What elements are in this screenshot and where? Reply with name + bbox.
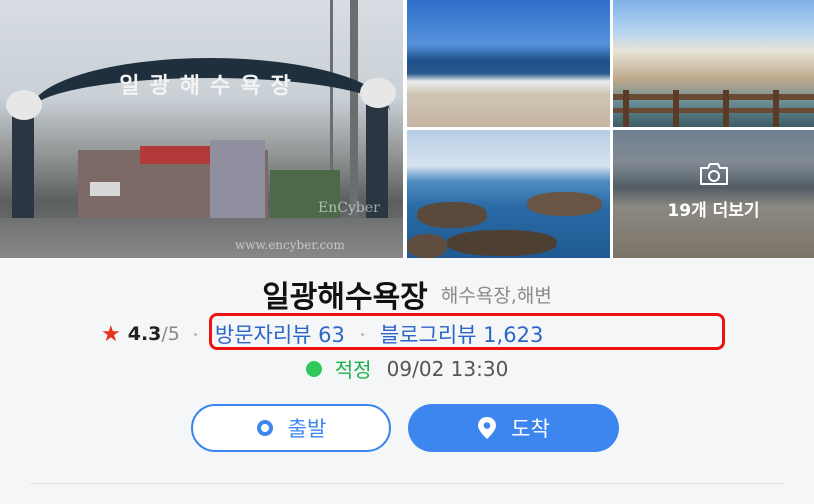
rating-max: /5 — [161, 323, 180, 345]
place-name: 일광해수욕장 — [262, 280, 428, 315]
more-photos-label: 19개 더보기 — [667, 201, 760, 221]
arch-sign-text: 일광해수욕장 — [119, 74, 301, 99]
title-row: 일광해수욕장 해수욕장,해변 — [0, 272, 814, 316]
divider — [30, 483, 784, 484]
rating-score: 4.3 — [127, 323, 162, 345]
status-time: 09/02 13:30 — [386, 356, 509, 381]
arrive-label: 도착 — [511, 417, 550, 441]
photo-more[interactable]: 19개 더보기 — [613, 130, 814, 258]
photo-main-arch[interactable]: 일광해수욕장 EnCyber www.encyber.com — [0, 0, 403, 258]
origin-dot-icon — [256, 420, 273, 436]
separator-dot — [193, 332, 197, 336]
visitor-reviews-link[interactable]: 방문자리뷰 63 — [215, 319, 345, 349]
watermark-text: EnCyber — [318, 200, 380, 216]
blog-reviews-link[interactable]: 블로그리뷰 1,623 — [380, 319, 543, 349]
photo-rocky-coast[interactable] — [407, 130, 610, 258]
status-label: 적정 — [334, 358, 372, 382]
depart-button[interactable]: 출발 — [191, 404, 391, 452]
photo-beach[interactable] — [407, 0, 610, 127]
watermark-url: www.encyber.com — [235, 238, 345, 252]
depart-label: 출발 — [287, 417, 327, 441]
status-row: 적정 09/02 13:30 — [0, 354, 814, 383]
location-pin-icon — [478, 417, 497, 439]
camera-icon — [700, 163, 728, 185]
separator-dot — [360, 332, 364, 336]
star-icon: ★ — [101, 321, 121, 347]
place-category: 해수욕장,해변 — [440, 284, 552, 307]
rating-row: ★ 4.3 /5 방문자리뷰 63 블로그리뷰 1,623 — [101, 316, 543, 352]
photo-bay[interactable] — [613, 0, 814, 127]
status-dot-icon — [305, 360, 322, 377]
photo-gallery: 일광해수욕장 EnCyber www.encyber.com 19개 더보기 — [0, 0, 814, 258]
arrive-button[interactable]: 도착 — [408, 404, 619, 452]
